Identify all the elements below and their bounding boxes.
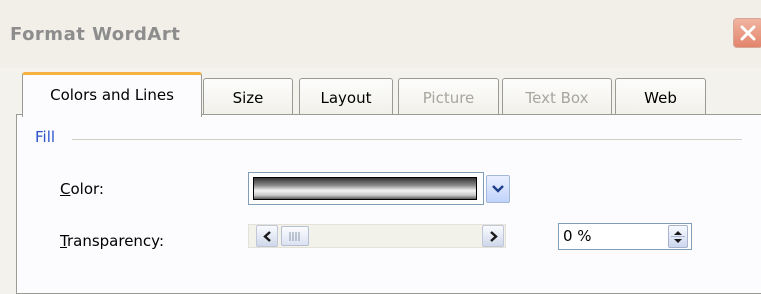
title-bar: Format WordArt [0,0,761,68]
color-swatch [253,177,477,200]
close-x-icon [740,25,756,41]
tab-label: Web [644,89,677,107]
color-select[interactable] [248,172,484,205]
tab-picture: Picture [398,78,499,115]
color-label-mnemonic: C [60,180,71,198]
color-label: Color: [60,180,104,198]
fill-section-label: Fill [35,128,56,146]
tab-label: Layout [320,89,372,107]
tab-layout[interactable]: Layout [299,78,393,115]
tab-text-box: Text Box [502,78,612,115]
tab-colors-and-lines[interactable]: Colors and Lines [22,72,202,117]
spinner-divider [671,236,685,237]
transparency-slider-thumb[interactable] [281,226,309,246]
color-dropdown-button[interactable] [486,175,510,203]
tab-label: Colors and Lines [50,86,174,104]
arrow-right-icon [490,231,498,242]
dialog-title: Format WordArt [10,24,181,45]
grip-icon [289,232,300,241]
transparency-label: Transparency: [60,232,164,250]
chevron-down-icon [492,185,504,193]
transparency-label-text: ransparency: [66,232,165,250]
transparency-spinner[interactable] [668,225,688,248]
tab-web[interactable]: Web [615,78,706,115]
close-button[interactable] [733,18,761,48]
transparency-percent-value: 0 % [563,227,592,245]
tab-label: Size [232,89,264,107]
tab-size[interactable]: Size [203,78,293,115]
transparency-increase-button[interactable] [482,225,504,247]
transparency-decrease-button[interactable] [256,225,278,247]
arrow-left-icon [263,231,271,242]
transparency-label-mnemonic: T [60,232,67,250]
spin-up-down-icon [674,231,682,243]
tab-label: Picture [422,89,475,107]
color-label-text: olor: [70,180,104,198]
tab-label: Text Box [525,89,589,107]
section-divider [72,139,742,140]
